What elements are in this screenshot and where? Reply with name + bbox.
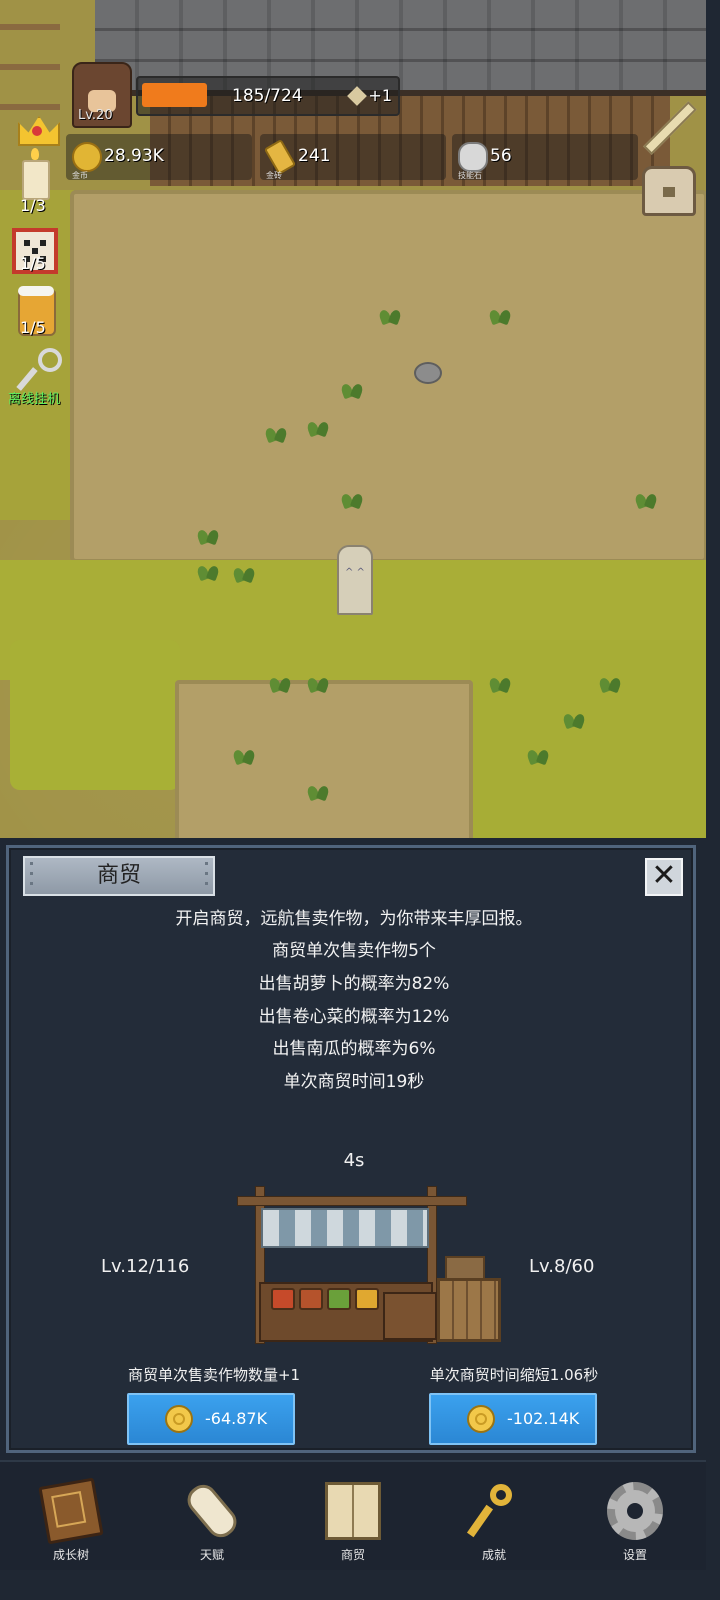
gold-value: 28.93K xyxy=(104,146,164,166)
xp-text: 185/724 xyxy=(232,86,303,106)
produce-crate xyxy=(327,1288,351,1310)
skill-stone-counter: 56 技能石 xyxy=(452,134,638,180)
dice-count: 1/5 xyxy=(20,254,46,273)
crown-icon[interactable] xyxy=(14,104,60,146)
stall-awning xyxy=(261,1208,429,1248)
gear-icon xyxy=(607,1482,663,1540)
gold-coin-icon xyxy=(467,1405,495,1433)
treasure-chest-icon[interactable] xyxy=(642,166,696,216)
stall-chest xyxy=(383,1292,437,1340)
gold-counter: 28.93K 金币 xyxy=(66,134,252,180)
crop-sprout[interactable] xyxy=(488,670,514,692)
trade-timer: 4s xyxy=(343,1150,365,1171)
gold-coin-icon xyxy=(72,142,102,172)
sword-icon[interactable] xyxy=(644,102,694,152)
produce-crate xyxy=(355,1288,379,1310)
crop-sprout[interactable] xyxy=(306,670,332,692)
xp-bonus-value: +1 xyxy=(368,86,392,105)
nav-talent[interactable]: 天赋 xyxy=(157,1470,267,1566)
tool-icon xyxy=(347,86,368,106)
produce-crate xyxy=(299,1288,323,1310)
xp-bar: 185/724 +1 xyxy=(136,76,400,116)
idle-label[interactable]: 离线挂机 xyxy=(8,388,60,407)
farm-scene[interactable]: ^ ^ Lv.20 185/724 +1 28.93K 金币 241 金砖 56… xyxy=(0,0,706,838)
nav-label: 成长树 xyxy=(52,1548,89,1562)
gold-bar-counter: 241 金砖 xyxy=(260,134,446,180)
market-stall-image xyxy=(223,1186,503,1346)
nav-achievement[interactable]: 成就 xyxy=(439,1470,549,1566)
produce-crate xyxy=(271,1288,295,1310)
crop-sprout[interactable] xyxy=(598,670,624,692)
stall-crate xyxy=(437,1278,501,1342)
trade-stat-line: 单次商贸时间19秒 xyxy=(283,1072,425,1092)
grass-patch xyxy=(10,640,180,790)
crop-sprout[interactable] xyxy=(340,486,366,508)
skill-stone-value: 56 xyxy=(490,146,512,166)
trade-stat-line: 出售胡萝卜的概率为82% xyxy=(258,974,450,994)
gold-bar-caption: 金砖 xyxy=(266,171,282,180)
crop-sprout[interactable] xyxy=(526,742,552,764)
upgrade-cost: -64.87K xyxy=(205,1409,268,1428)
nav-trade[interactable]: 商贸 xyxy=(298,1470,408,1566)
crop-sprout[interactable] xyxy=(196,522,222,544)
nav-settings[interactable]: 设置 xyxy=(580,1470,690,1566)
crop-sprout[interactable] xyxy=(306,778,332,800)
left-upgrade-label: 商贸单次售卖作物数量+1 xyxy=(127,1366,301,1384)
idle-key-icon[interactable] xyxy=(18,348,62,392)
right-upgrade-level: Lv.8/60 xyxy=(529,1256,595,1277)
nav-growth-tree[interactable]: 成长树 xyxy=(16,1470,126,1566)
nav-label: 设置 xyxy=(622,1548,647,1562)
xp-bar-fill xyxy=(142,83,207,107)
crop-sprout[interactable] xyxy=(562,706,588,728)
crop-sprout[interactable] xyxy=(196,558,222,580)
sign-face: ^ ^ xyxy=(345,567,365,578)
fence xyxy=(0,0,60,110)
stall-beam xyxy=(237,1196,467,1206)
crop-sprout[interactable] xyxy=(268,670,294,692)
trade-stat-line: 出售卷心菜的概率为12% xyxy=(258,1007,450,1027)
crop-sprout[interactable] xyxy=(340,376,366,398)
left-upgrade-level: Lv.12/116 xyxy=(101,1256,190,1277)
crop-sprout[interactable] xyxy=(232,560,258,582)
candle-count: 1/3 xyxy=(20,196,46,215)
rock[interactable] xyxy=(414,362,442,384)
key-icon xyxy=(466,1482,522,1540)
scroll-icon xyxy=(181,1479,243,1543)
dirt-field xyxy=(70,190,706,563)
trade-stat-line: 出售南瓜的概率为6% xyxy=(272,1039,436,1059)
skill-stone-icon xyxy=(458,142,488,172)
ghost-signpost[interactable]: ^ ^ xyxy=(337,545,373,615)
upgrade-time-button[interactable]: -102.14K xyxy=(429,1393,597,1445)
crop-sprout[interactable] xyxy=(378,302,404,324)
trade-panel: 商贸 ✕ 开启商贸，远航售卖作物，为你带来丰厚回报。 商贸单次售卖作物5个 出售… xyxy=(6,845,696,1453)
candle-icon[interactable] xyxy=(22,148,50,200)
crop-sprout[interactable] xyxy=(306,414,332,436)
panel-title: 商贸 xyxy=(23,856,215,896)
beer-count: 1/5 xyxy=(20,318,46,337)
dirt-field xyxy=(175,680,473,838)
skill-stone-caption: 技能石 xyxy=(458,171,482,180)
upgrade-quantity-button[interactable]: -64.87K xyxy=(127,1393,295,1445)
bottom-nav: 成长树 天赋 商贸 成就 设置 xyxy=(0,1460,706,1570)
gold-bar-value: 241 xyxy=(298,146,331,166)
trade-stat-line: 商贸单次售卖作物5个 xyxy=(272,941,436,961)
right-upgrade-label: 单次商贸时间缩短1.06秒 xyxy=(429,1366,599,1384)
crop-sprout[interactable] xyxy=(264,420,290,442)
gold-caption: 金币 xyxy=(72,171,88,180)
gold-coin-icon xyxy=(165,1405,193,1433)
xp-bonus: +1 xyxy=(347,86,392,106)
player-level: Lv.20 xyxy=(78,108,113,123)
crop-sprout[interactable] xyxy=(232,742,258,764)
crop-sprout[interactable] xyxy=(634,486,660,508)
nav-label: 成就 xyxy=(481,1548,506,1562)
book-icon xyxy=(38,1477,104,1545)
upgrade-cost: -102.14K xyxy=(507,1409,580,1428)
trade-description: 开启商贸，远航售卖作物，为你带来丰厚回报。 xyxy=(175,909,533,929)
close-button[interactable]: ✕ xyxy=(645,858,683,896)
crop-sprout[interactable] xyxy=(488,302,514,324)
nav-label: 天赋 xyxy=(199,1548,224,1562)
nav-label: 商贸 xyxy=(340,1548,365,1562)
map-icon xyxy=(325,1482,381,1540)
